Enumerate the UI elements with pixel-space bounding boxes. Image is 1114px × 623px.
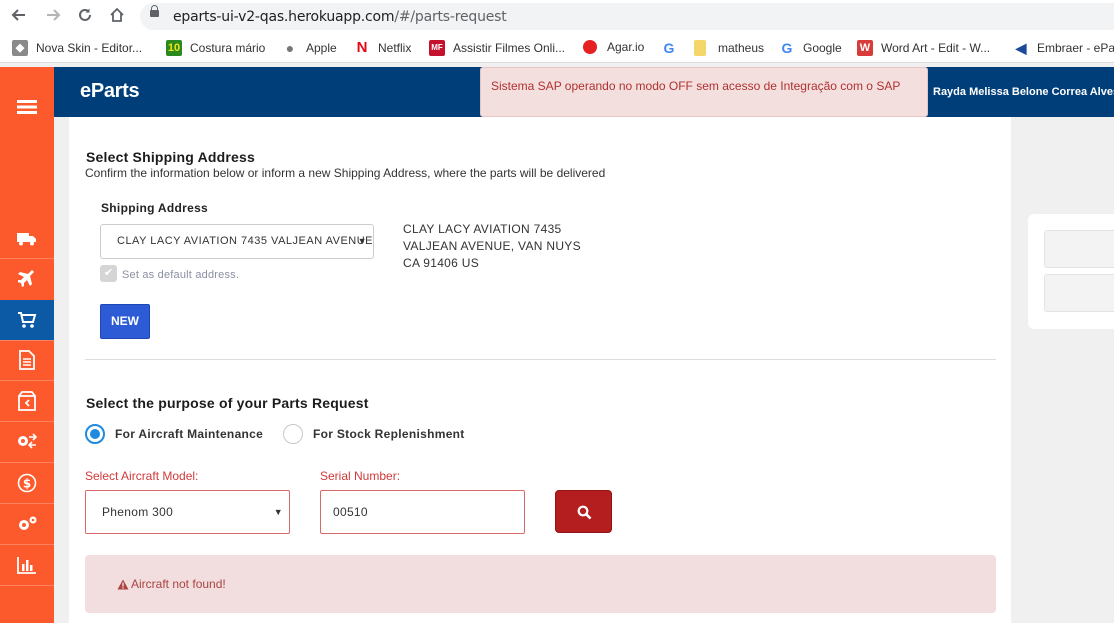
reload-icon[interactable] — [74, 6, 96, 28]
google-icon: G — [781, 40, 793, 56]
bolt-icon: 10 — [166, 40, 182, 56]
alert-message: Aircraft not found! — [131, 577, 226, 591]
return-box-icon[interactable] — [0, 381, 54, 421]
bar-chart-icon[interactable] — [0, 545, 54, 585]
gears-icon[interactable] — [0, 504, 54, 544]
bookmarks-bar: ◆ Nova Skin - Editor... 10 Costura mário ●… — [0, 33, 1114, 63]
truck-icon[interactable] — [0, 218, 54, 258]
user-name[interactable]: Rayda Melissa Belone Correa Alves — [933, 86, 1114, 98]
right-summary-panel — [1028, 214, 1114, 329]
shipping-title: Select Shipping Address — [86, 149, 256, 165]
film-icon: MF — [429, 40, 445, 56]
cube-icon: ◆ — [12, 40, 28, 56]
sap-warning-toast: Sistema SAP operando no modo OFF sem ace… — [480, 67, 928, 117]
bookmark-apple[interactable]: ● Apple — [282, 40, 337, 56]
apple-icon: ● — [285, 40, 295, 56]
shipping-address-select[interactable]: CLAY LACY AVIATION 7435 VALJEAN AVENUE, … — [100, 224, 374, 259]
sidebar: $ — [0, 67, 54, 623]
circle-icon — [583, 40, 597, 54]
summary-box — [1044, 274, 1114, 312]
bookmark-netflix[interactable]: N Netflix — [354, 39, 412, 56]
radio-aircraft-maintenance[interactable] — [85, 424, 105, 444]
netflix-icon: N — [356, 39, 368, 56]
radio-aircraft-maintenance-label[interactable]: For Aircraft Maintenance — [115, 427, 263, 441]
serial-number-input[interactable]: 00510 — [320, 490, 525, 534]
lock-icon — [150, 5, 159, 17]
browser-toolbar: eparts-ui-v2-qas.herokuapp.com/#/parts-r… — [0, 0, 1114, 33]
shipping-subtitle: Confirm the information below or inform … — [85, 166, 606, 180]
bookmark-google-blank[interactable]: G — [661, 40, 685, 56]
folder-icon — [694, 40, 706, 56]
cart-icon[interactable] — [0, 300, 54, 340]
plane-icon[interactable] — [0, 259, 54, 299]
bookmark-matheus[interactable]: matheus — [694, 40, 764, 56]
bookmark-embraer[interactable]: ◀ Embraer - ePar — [1013, 40, 1114, 56]
bookmark-costura[interactable]: 10 Costura mário — [166, 40, 265, 56]
aircraft-model-select[interactable]: Phenom 300 ▼ — [85, 490, 290, 534]
shipping-address-label: Shipping Address — [101, 201, 209, 215]
aircraft-model-label: Select Aircraft Model: — [85, 469, 199, 483]
exchange-gear-icon[interactable] — [0, 421, 54, 461]
back-icon[interactable] — [8, 6, 30, 28]
bookmark-word-art[interactable]: W Word Art - Edit - W... — [857, 40, 990, 56]
section-divider — [85, 359, 996, 360]
caret-down-icon: ▼ — [357, 236, 367, 246]
radio-stock-replenishment-label[interactable]: For Stock Replenishment — [313, 427, 465, 441]
caret-down-icon: ▼ — [273, 507, 283, 517]
embraer-icon: ◀ — [1015, 40, 1027, 56]
bookmark-agar[interactable]: Agar.io — [583, 40, 644, 54]
new-address-button[interactable]: NEW — [100, 304, 150, 339]
svg-text:$: $ — [23, 477, 31, 491]
address-bar[interactable]: eparts-ui-v2-qas.herokuapp.com/#/parts-r… — [140, 3, 1114, 30]
default-address-checkbox[interactable]: ✔ — [100, 265, 117, 282]
document-icon[interactable] — [0, 340, 54, 380]
search-button[interactable] — [555, 490, 612, 533]
aircraft-not-found-alert: Aircraft not found! — [85, 555, 996, 613]
default-address-label: Set as default address. — [122, 269, 240, 281]
google-icon: G — [663, 40, 675, 56]
home-icon[interactable] — [106, 6, 128, 28]
warning-icon — [117, 579, 129, 589]
app-logo[interactable]: eParts — [80, 80, 140, 103]
main-content — [69, 117, 1011, 623]
menu-icon[interactable] — [0, 87, 54, 127]
summary-box — [1044, 230, 1114, 268]
url-text: eparts-ui-v2-qas.herokuapp.com/#/parts-r… — [173, 9, 507, 25]
wordart-icon: W — [857, 40, 873, 56]
shipping-address-details: CLAY LACY AVIATION 7435 VALJEAN AVENUE, … — [403, 222, 581, 270]
forward-icon[interactable] — [42, 6, 64, 28]
bookmark-filmes[interactable]: MF Assistir Filmes Onli... — [429, 40, 565, 56]
radio-stock-replenishment[interactable] — [283, 424, 303, 444]
purpose-title: Select the purpose of your Parts Request — [86, 395, 369, 411]
bookmark-nova-skin[interactable]: ◆ Nova Skin - Editor... — [12, 40, 142, 56]
dollar-icon[interactable]: $ — [0, 463, 54, 503]
bookmark-google[interactable]: G Google — [779, 40, 842, 56]
search-icon — [577, 505, 592, 520]
serial-number-label: Serial Number: — [320, 469, 401, 483]
